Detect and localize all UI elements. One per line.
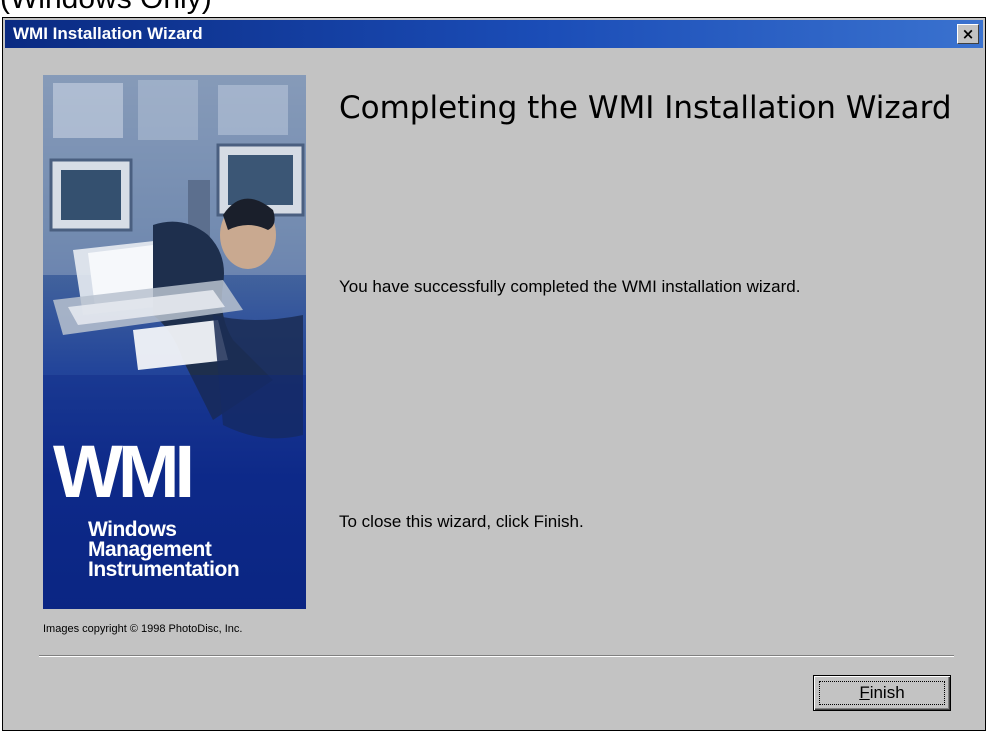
wmi-subtitle: Windows Management Instrumentation <box>88 518 240 581</box>
window-title: WMI Installation Wizard <box>13 24 203 43</box>
wmi-subtitle-line: Windows <box>88 518 177 541</box>
finish-button[interactable]: Finish <box>813 675 951 711</box>
wmi-subtitle-line: Management <box>88 538 212 561</box>
wizard-heading: Completing the WMI Installation Wizard <box>339 90 952 126</box>
background-window-text: (Windows Only) <box>0 0 212 16</box>
wmi-subtitle-line: Instrumentation <box>88 558 240 581</box>
separator-line <box>39 655 954 657</box>
wizard-dialog: WMI Installation Wizard × WMI Windows Ma… <box>2 17 986 731</box>
title-bar[interactable]: WMI Installation Wizard × <box>5 20 983 48</box>
close-button[interactable]: × <box>957 24 979 44</box>
finish-label-rest: inish <box>869 683 905 702</box>
close-instruction: To close this wizard, click Finish. <box>339 512 584 531</box>
focus-rectangle: Finish <box>819 681 945 705</box>
finish-button-label: Finish <box>859 683 904 703</box>
close-icon: × <box>961 25 975 43</box>
image-copyright: Images copyright © 1998 PhotoDisc, Inc. <box>43 623 243 635</box>
completion-message: You have successfully completed the WMI … <box>339 277 801 296</box>
background-window-fragment: (Windows Only) <box>0 0 988 18</box>
finish-mnemonic: F <box>859 683 870 702</box>
wizard-side-image: WMI Windows Management Instrumentation <box>43 75 306 609</box>
wmi-logo-text: WMI <box>53 430 195 513</box>
